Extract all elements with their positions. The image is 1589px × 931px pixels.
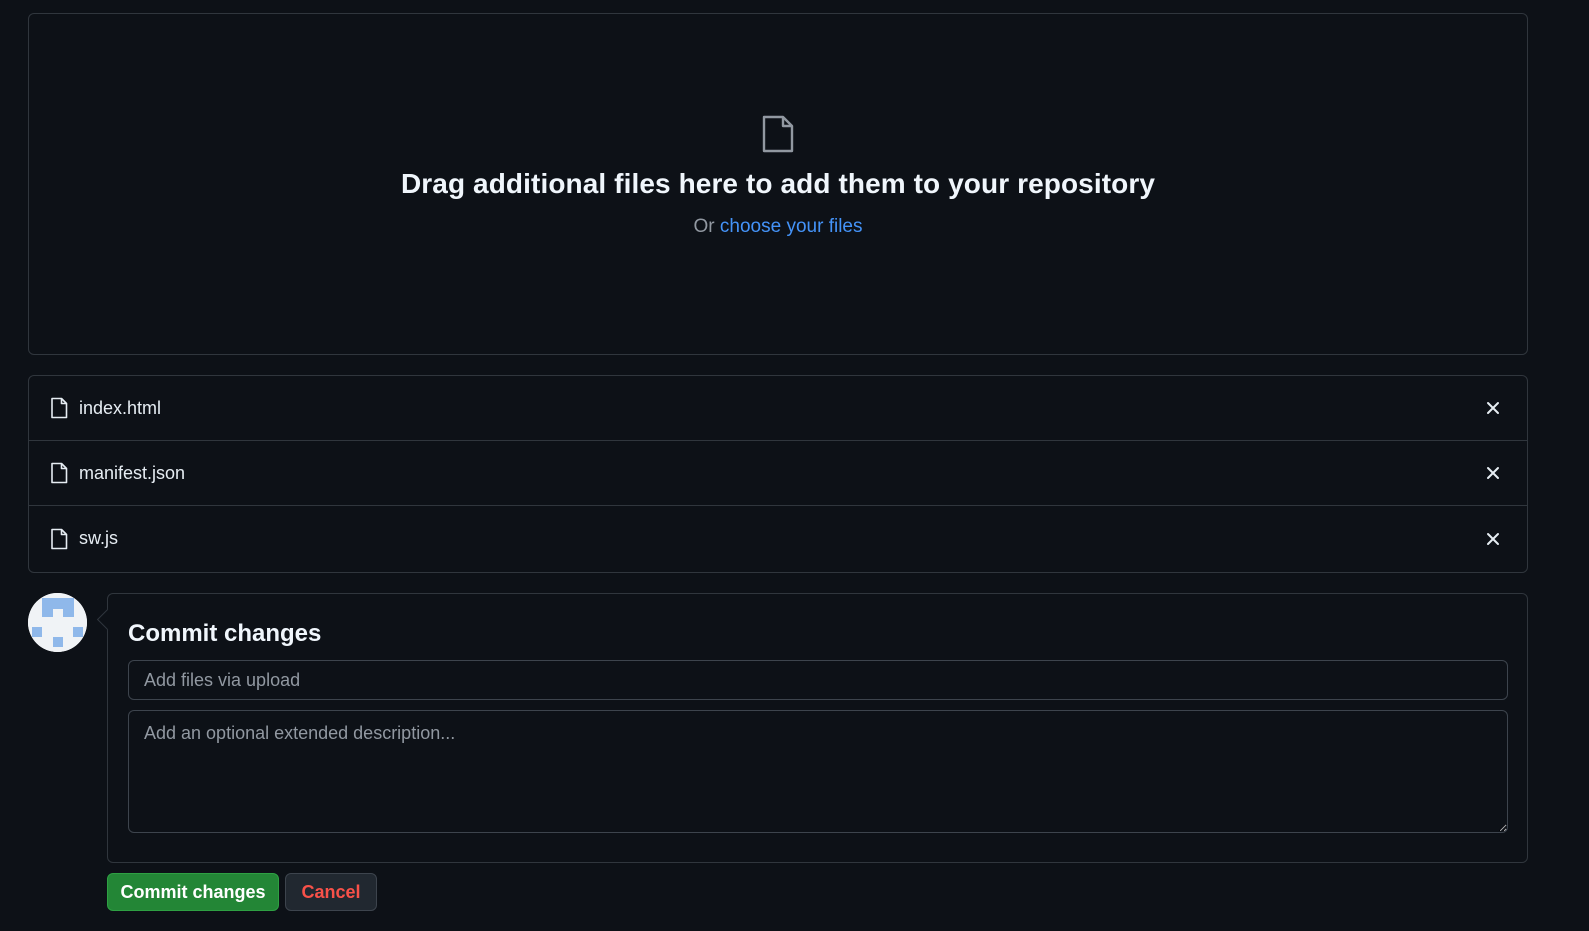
file-dropzone[interactable]: Drag additional files here to add them t…: [28, 13, 1528, 355]
choose-files-link[interactable]: choose your files: [720, 216, 863, 237]
file-icon: [51, 528, 68, 549]
file-icon: [51, 462, 68, 484]
commit-changes-button[interactable]: Commit changes: [107, 873, 279, 911]
commit-heading: Commit changes: [128, 620, 322, 647]
uploaded-file-list: index.html manifest.json sw.js: [28, 375, 1528, 573]
file-name: sw.js: [79, 528, 119, 548]
identicon: [28, 593, 87, 652]
file-row: manifest.json: [29, 441, 1527, 506]
or-text: Or: [693, 216, 715, 237]
file-row: sw.js: [29, 506, 1527, 571]
avatar[interactable]: [28, 593, 87, 652]
file-row: index.html: [29, 376, 1527, 441]
remove-file-button[interactable]: [1481, 396, 1505, 420]
commit-form: Commit changes: [107, 593, 1528, 863]
file-icon: [762, 115, 794, 153]
remove-file-button[interactable]: [1481, 461, 1505, 485]
file-name: index.html: [79, 397, 162, 418]
commit-description-textarea[interactable]: [128, 710, 1508, 833]
dropzone-subtext: Or choose your files: [694, 216, 863, 238]
remove-file-button[interactable]: [1481, 527, 1505, 551]
commit-title-input[interactable]: [128, 660, 1508, 700]
file-name: manifest.json: [79, 462, 186, 483]
file-icon: [51, 397, 68, 419]
x-icon: [1487, 467, 1499, 479]
cancel-button[interactable]: Cancel: [285, 873, 377, 911]
x-icon: [1487, 532, 1499, 545]
dropzone-heading: Drag additional files here to add them t…: [400, 168, 1156, 199]
x-icon: [1487, 402, 1499, 414]
